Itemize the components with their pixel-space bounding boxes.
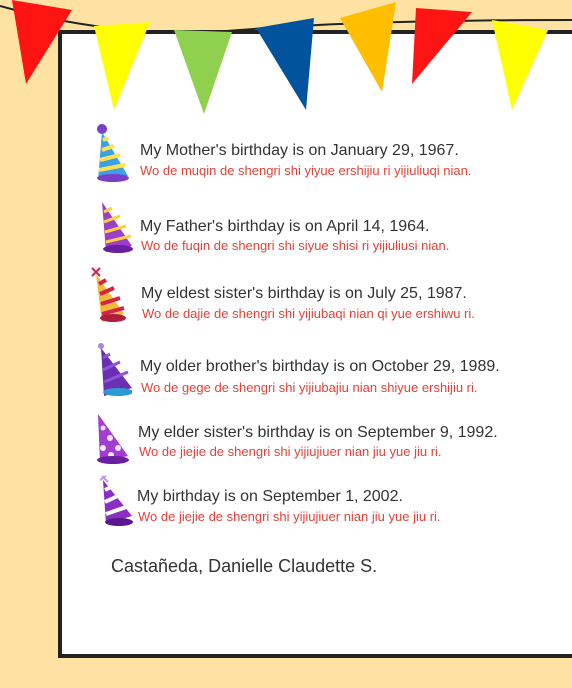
author-signature: Castañeda, Danielle Claudette S. [111, 556, 378, 576]
bunting-flag-icon [94, 22, 150, 110]
party-hat-icon-purple-blue [98, 343, 132, 396]
party-hat-icon-purple-white [99, 475, 133, 526]
birthday-sentence-pinyin: Wo de fuqin de shengri shi siyue shisi r… [141, 238, 450, 253]
birthday-sentence-english: My Father's birthday is on April 14, 196… [140, 218, 430, 235]
bunting-flag-icon [492, 20, 548, 110]
party-hat-icon-purple-stripes [102, 202, 133, 253]
bunting-flag-icon [12, 0, 72, 84]
birthday-sentence-pinyin: Wo de jiejie de shengri shi yijiujiuer n… [138, 509, 441, 524]
birthday-sentence-pinyin: Wo de gege de shengri shi yijiubajiu nia… [141, 380, 478, 395]
birthday-sentence-pinyin: Wo de jiejie de shengri shi yijiujiuer n… [139, 444, 442, 459]
bunting-flag-icon [412, 8, 472, 84]
birthday-sentence-english: My Mother's birthday is on January 29, 1… [140, 142, 459, 159]
bunting-flag-icon [174, 30, 232, 114]
birthday-sentence-pinyin: Wo de muqin de shengri shi yiyue ershiji… [140, 163, 472, 178]
birthday-sentence-english: My elder sister's birthday is on Septemb… [138, 424, 498, 441]
party-hat-icon-blue-stripes [97, 124, 129, 182]
birthday-sentence-english: My older brother's birthday is on Octobe… [140, 358, 500, 375]
birthday-sentence-english: My birthday is on September 1, 2002. [137, 488, 403, 505]
bunting-flag-icon [256, 18, 314, 110]
birthday-sentence-pinyin: Wo de dajie de shengri shi yijiubaqi nia… [142, 306, 475, 321]
bunting-flag-icon [340, 2, 396, 92]
birthday-sentence-english: My eldest sister's birthday is on July 2… [141, 285, 467, 302]
bunting-banner [0, 0, 572, 114]
party-hat-icon-gold-red [91, 267, 126, 322]
party-hat-icon-purple-dots [97, 414, 129, 464]
